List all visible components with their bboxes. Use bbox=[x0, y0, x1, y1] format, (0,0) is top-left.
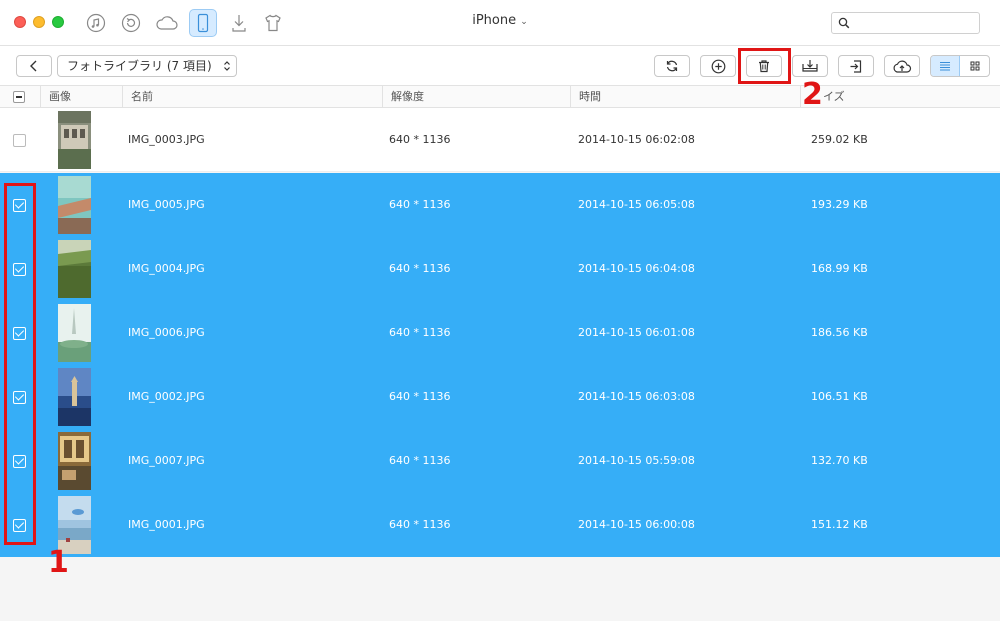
title-bar: iPhone ⌄ bbox=[0, 0, 1000, 46]
download-icon[interactable] bbox=[225, 9, 253, 37]
export-to-pc-icon bbox=[802, 60, 818, 72]
list-view-button[interactable] bbox=[931, 56, 961, 76]
search-input[interactable] bbox=[854, 15, 976, 31]
iphone-icon[interactable] bbox=[189, 9, 217, 37]
photo-thumbnail bbox=[58, 368, 91, 426]
photo-thumbnail bbox=[58, 176, 91, 234]
resolution: 640 * 1136 bbox=[389, 390, 451, 403]
back-button[interactable] bbox=[16, 55, 52, 77]
backup-icon[interactable] bbox=[117, 9, 145, 37]
list-view-icon bbox=[940, 62, 950, 71]
file-size: 106.51 KB bbox=[811, 390, 868, 403]
maximize-window-button[interactable] bbox=[52, 16, 64, 28]
timestamp: 2014-10-15 06:04:08 bbox=[578, 262, 695, 275]
table-row[interactable]: IMG_0007.JPG 640 * 1136 2014-10-15 05:59… bbox=[0, 429, 1000, 493]
search-box[interactable] bbox=[831, 12, 980, 34]
file-size: 132.70 KB bbox=[811, 454, 868, 467]
photo-thumbnail bbox=[58, 432, 91, 490]
table-row[interactable]: IMG_0005.JPG 640 * 1136 2014-10-15 06:05… bbox=[0, 173, 1000, 237]
add-button[interactable] bbox=[700, 55, 736, 77]
table-row[interactable]: IMG_0001.JPG 640 * 1136 2014-10-15 06:00… bbox=[0, 493, 1000, 557]
resolution: 640 * 1136 bbox=[389, 262, 451, 275]
resolution: 640 * 1136 bbox=[389, 133, 451, 146]
column-header-size[interactable]: イズ bbox=[800, 86, 1000, 107]
timestamp: 2014-10-15 06:05:08 bbox=[578, 198, 695, 211]
file-size: 168.99 KB bbox=[811, 262, 868, 275]
annotation-highlight-checkboxes bbox=[4, 183, 36, 545]
column-header-image[interactable]: 画像 bbox=[40, 86, 122, 107]
music-icon[interactable] bbox=[82, 9, 110, 37]
file-size: 259.02 KB bbox=[811, 133, 868, 146]
photo-thumbnail bbox=[58, 111, 91, 169]
toolbar: フォトライブラリ (7 項目) bbox=[0, 46, 1000, 86]
timestamp: 2014-10-15 06:01:08 bbox=[578, 326, 695, 339]
timestamp: 2014-10-15 06:02:08 bbox=[578, 133, 695, 146]
refresh-icon bbox=[666, 60, 678, 72]
grid-view-icon bbox=[970, 61, 979, 71]
device-selector[interactable]: iPhone ⌄ bbox=[440, 13, 560, 28]
photo-thumbnail bbox=[58, 304, 91, 362]
column-header-name[interactable]: 名前 bbox=[122, 86, 382, 107]
upload-cloud-button[interactable] bbox=[884, 55, 920, 77]
file-size: 186.56 KB bbox=[811, 326, 868, 339]
chevron-left-icon bbox=[30, 60, 37, 72]
search-icon bbox=[838, 17, 850, 29]
import-icon bbox=[850, 59, 862, 73]
photo-thumbnail bbox=[58, 240, 91, 298]
timestamp: 2014-10-15 06:03:08 bbox=[578, 390, 695, 403]
file-name: IMG_0007.JPG bbox=[128, 454, 205, 467]
file-size: 193.29 KB bbox=[811, 198, 868, 211]
export-to-pc-button[interactable] bbox=[792, 55, 828, 77]
updown-arrows-icon bbox=[224, 61, 230, 71]
shirt-icon[interactable] bbox=[259, 9, 287, 37]
grid-view-button[interactable] bbox=[960, 56, 989, 76]
annotation-highlight-delete bbox=[738, 48, 791, 84]
file-size: 151.12 KB bbox=[811, 518, 868, 531]
app-window: iPhone ⌄ フォトライブラリ (7 項目) 画像 名前 解像度 時間 イズ… bbox=[0, 0, 1000, 621]
file-name: IMG_0001.JPG bbox=[128, 518, 205, 531]
table-row[interactable]: IMG_0006.JPG 640 * 1136 2014-10-15 06:01… bbox=[0, 301, 1000, 365]
resolution: 640 * 1136 bbox=[389, 518, 451, 531]
table-row[interactable]: IMG_0002.JPG 640 * 1136 2014-10-15 06:03… bbox=[0, 365, 1000, 429]
file-name: IMG_0004.JPG bbox=[128, 262, 205, 275]
row-checkbox[interactable] bbox=[13, 134, 26, 147]
timestamp: 2014-10-15 05:59:08 bbox=[578, 454, 695, 467]
cloud-icon[interactable] bbox=[153, 9, 181, 37]
add-icon bbox=[711, 59, 725, 73]
column-header-resolution[interactable]: 解像度 bbox=[382, 86, 570, 107]
table-row[interactable]: IMG_0003.JPG 640 * 1136 2014-10-15 06:02… bbox=[0, 108, 1000, 172]
file-name: IMG_0002.JPG bbox=[128, 390, 205, 403]
album-select-label: フォトライブラリ (7 項目) bbox=[67, 59, 212, 73]
upload-cloud-icon bbox=[893, 60, 912, 73]
table-row[interactable]: IMG_0004.JPG 640 * 1136 2014-10-15 06:04… bbox=[0, 237, 1000, 301]
select-all-checkbox[interactable] bbox=[13, 91, 25, 103]
file-name: IMG_0005.JPG bbox=[128, 198, 205, 211]
chevron-down-icon: ⌄ bbox=[520, 17, 528, 27]
import-button[interactable] bbox=[838, 55, 874, 77]
minimize-window-button[interactable] bbox=[33, 16, 45, 28]
album-select[interactable]: フォトライブラリ (7 項目) bbox=[57, 55, 237, 77]
view-toggle bbox=[930, 55, 990, 77]
close-window-button[interactable] bbox=[14, 16, 26, 28]
refresh-button[interactable] bbox=[654, 55, 690, 77]
annotation-step-2: 2 bbox=[802, 77, 823, 112]
device-title: iPhone bbox=[472, 13, 517, 28]
resolution: 640 * 1136 bbox=[389, 326, 451, 339]
annotation-step-1: 1 bbox=[48, 545, 69, 580]
resolution: 640 * 1136 bbox=[389, 198, 451, 211]
column-header-time[interactable]: 時間 bbox=[570, 86, 800, 107]
table-header: 画像 名前 解像度 時間 イズ bbox=[0, 86, 1000, 108]
resolution: 640 * 1136 bbox=[389, 454, 451, 467]
file-name: IMG_0003.JPG bbox=[128, 133, 205, 146]
file-name: IMG_0006.JPG bbox=[128, 326, 205, 339]
timestamp: 2014-10-15 06:00:08 bbox=[578, 518, 695, 531]
